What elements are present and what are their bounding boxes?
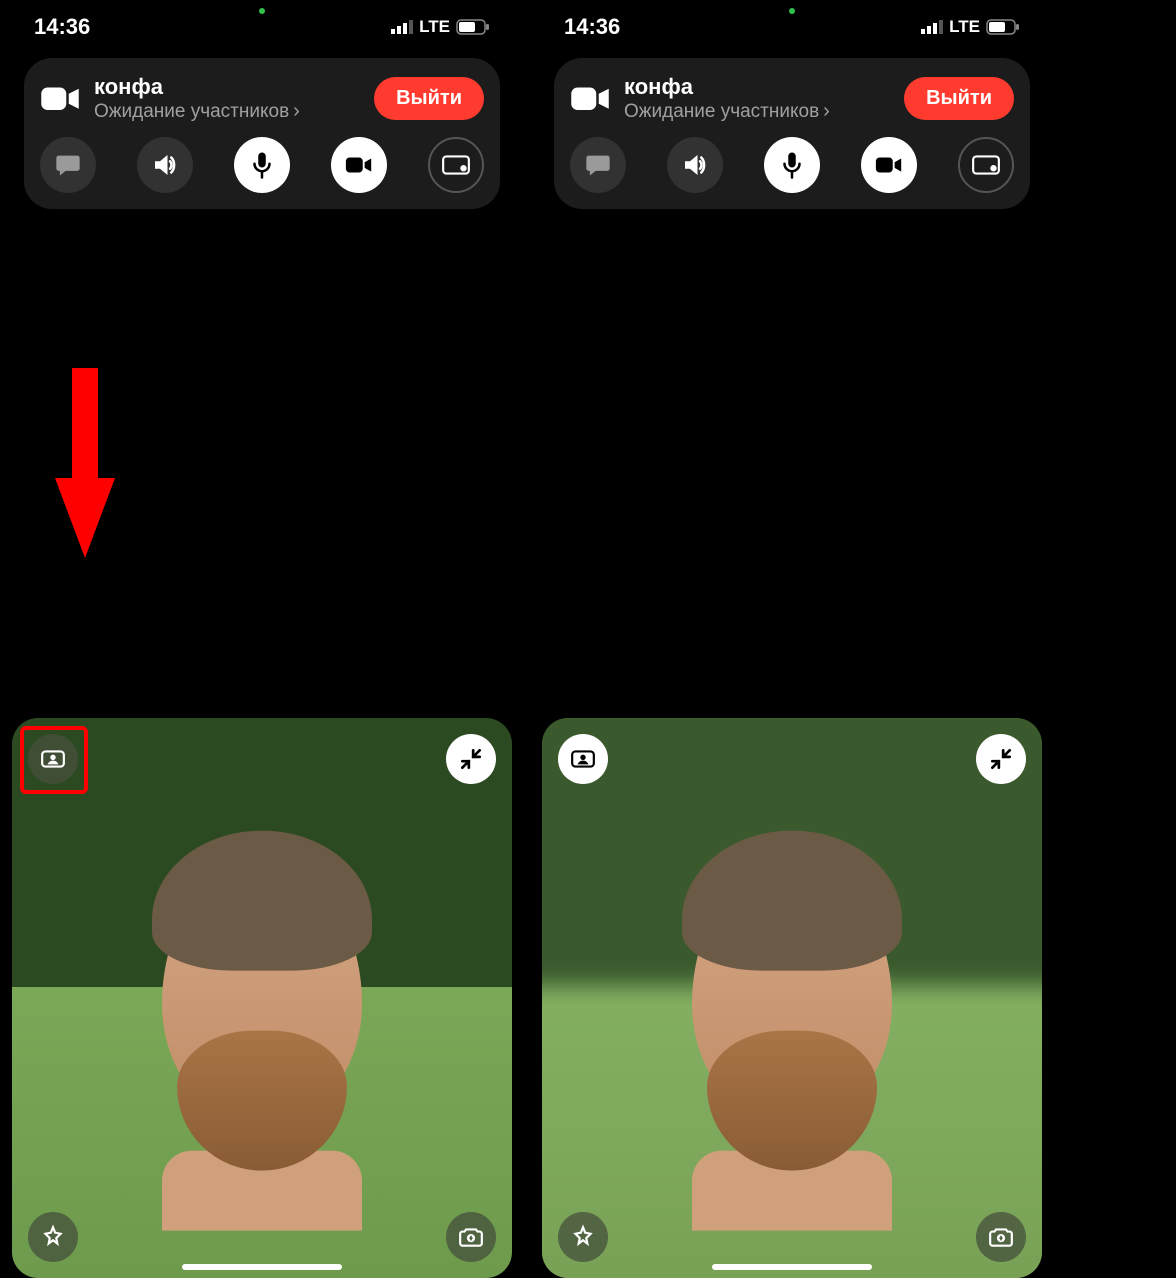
camera-active-dot xyxy=(789,8,795,14)
self-video-wrap xyxy=(542,718,1042,1278)
call-title-block[interactable]: конфа Ожидание участников › xyxy=(94,74,360,123)
status-bar: 14:36 LTE xyxy=(542,0,1042,48)
minimize-button[interactable] xyxy=(976,734,1026,784)
annotation-arrow xyxy=(50,368,120,573)
camera-active-dot xyxy=(259,8,265,14)
leave-button[interactable]: Выйти xyxy=(374,77,484,120)
flip-camera-button[interactable] xyxy=(446,1212,496,1262)
camera-icon xyxy=(570,84,610,114)
call-title: конфа xyxy=(94,74,360,100)
status-time: 14:36 xyxy=(564,14,620,40)
self-video-face xyxy=(127,820,397,1190)
call-title: конфа xyxy=(624,74,890,100)
chat-button[interactable] xyxy=(40,137,96,193)
microphone-button[interactable] xyxy=(234,137,290,193)
phone-screen-left: 14:36 LTE конфа Ожидание участников › xyxy=(12,0,512,1278)
camera-icon xyxy=(40,84,80,114)
network-label: LTE xyxy=(419,17,450,37)
share-screen-button[interactable] xyxy=(428,137,484,193)
leave-button[interactable]: Выйти xyxy=(904,77,1014,120)
minimize-button[interactable] xyxy=(446,734,496,784)
signal-icon xyxy=(391,19,413,35)
call-subtitle: Ожидание участников › xyxy=(624,100,890,123)
speaker-button[interactable] xyxy=(667,137,723,193)
microphone-button[interactable] xyxy=(764,137,820,193)
call-header-card: конфа Ожидание участников › Выйти xyxy=(554,58,1030,209)
self-video[interactable] xyxy=(12,718,512,1278)
home-indicator[interactable] xyxy=(182,1264,342,1270)
home-indicator[interactable] xyxy=(712,1264,872,1270)
portrait-mode-button[interactable] xyxy=(28,734,78,784)
call-subtitle: Ожидание участников › xyxy=(94,100,360,123)
chevron-right-icon: › xyxy=(823,100,830,123)
self-video[interactable] xyxy=(542,718,1042,1278)
portrait-mode-button[interactable] xyxy=(558,734,608,784)
signal-icon xyxy=(921,19,943,35)
call-title-block[interactable]: конфа Ожидание участников › xyxy=(624,74,890,123)
chat-button[interactable] xyxy=(570,137,626,193)
camera-button[interactable] xyxy=(331,137,387,193)
speaker-button[interactable] xyxy=(137,137,193,193)
status-right: LTE xyxy=(391,17,490,37)
battery-icon xyxy=(986,19,1020,35)
status-bar: 14:36 LTE xyxy=(12,0,512,48)
status-time: 14:36 xyxy=(34,14,90,40)
network-label: LTE xyxy=(949,17,980,37)
share-screen-button[interactable] xyxy=(958,137,1014,193)
flip-camera-button[interactable] xyxy=(976,1212,1026,1262)
self-video-wrap xyxy=(12,718,512,1278)
chevron-right-icon: › xyxy=(293,100,300,123)
camera-button[interactable] xyxy=(861,137,917,193)
status-right: LTE xyxy=(921,17,1020,37)
phone-screen-right: 14:36 LTE конфа Ожидание участников › xyxy=(542,0,1042,1278)
effects-button[interactable] xyxy=(28,1212,78,1262)
battery-icon xyxy=(456,19,490,35)
effects-button[interactable] xyxy=(558,1212,608,1262)
call-header-card: конфа Ожидание участников › Выйти xyxy=(24,58,500,209)
self-video-face xyxy=(657,820,927,1190)
